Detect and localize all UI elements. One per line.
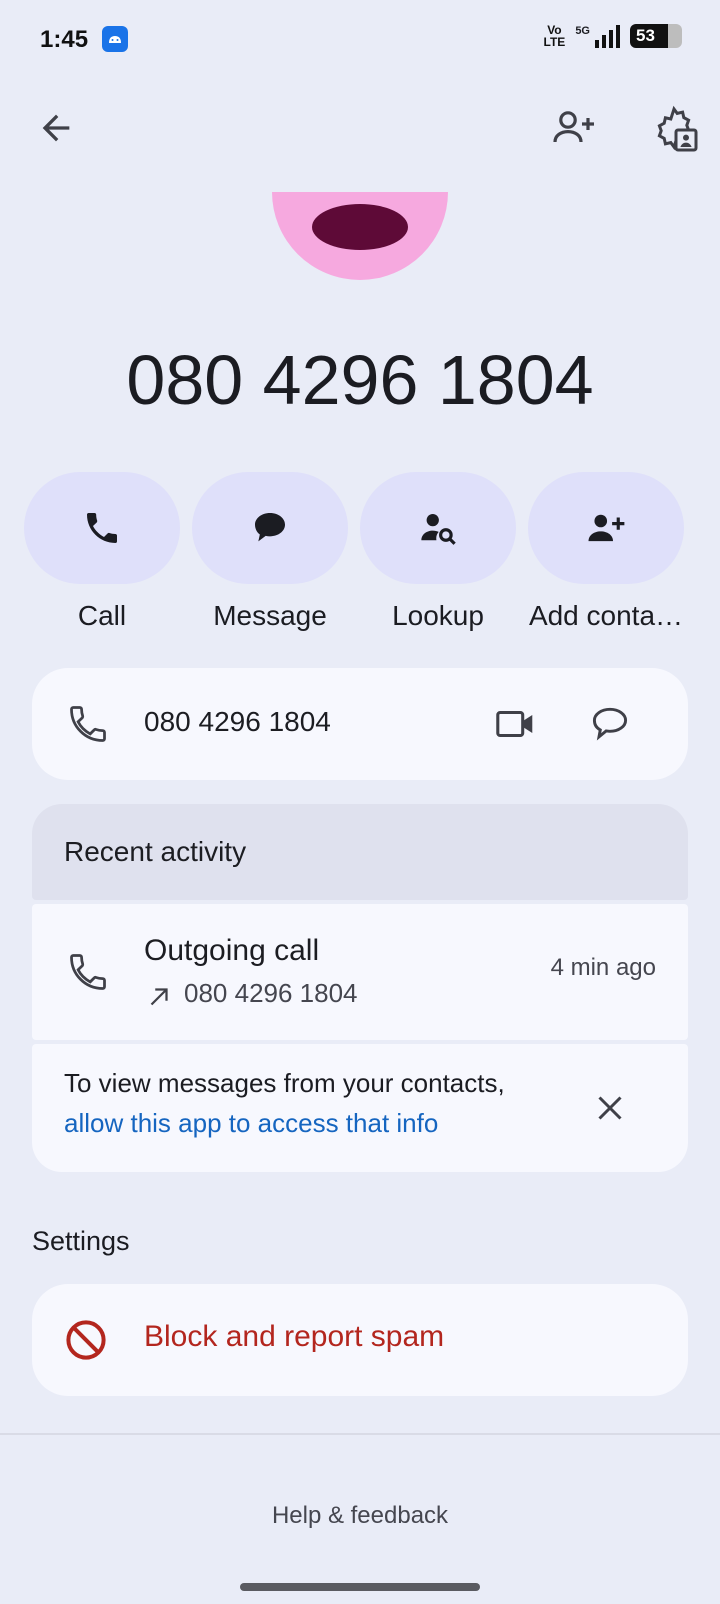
call-action[interactable]: Call <box>24 472 180 632</box>
message-label: Message <box>213 600 327 631</box>
arrow-left-icon <box>42 114 70 142</box>
close-icon <box>598 1096 622 1120</box>
call-time: 4 min ago <box>550 954 656 981</box>
lookup-button[interactable] <box>360 472 516 584</box>
lookup-label: Lookup <box>392 600 484 631</box>
dismiss-button[interactable] <box>582 1080 638 1136</box>
permission-text: To view messages from your contacts, <box>64 1068 505 1098</box>
help-feedback-link[interactable]: Help & feedback <box>0 1502 720 1530</box>
back-button[interactable] <box>32 104 80 152</box>
person-add-icon <box>553 111 594 143</box>
network-type: 5G <box>575 24 590 37</box>
contact-number-title: 080 4296 1804 <box>126 341 594 419</box>
video-call-button[interactable] <box>488 696 544 752</box>
phone-icon <box>70 954 106 990</box>
call-type: Outgoing call <box>144 934 320 967</box>
chat-outline-icon <box>592 707 628 741</box>
call-label: Call <box>77 600 127 631</box>
add-contact-label: Add conta… <box>528 600 684 631</box>
phone-icon <box>70 706 106 742</box>
status-icons: Vo LTE 5G 53 <box>544 24 682 48</box>
home-indicator[interactable] <box>240 1583 480 1591</box>
add-contact-pill-button[interactable] <box>528 472 684 584</box>
battery-icon: 53 <box>630 24 682 48</box>
signal-icon: 5G <box>575 24 620 48</box>
volte-bottom: LTE <box>543 35 566 49</box>
send-message-button[interactable] <box>582 696 638 752</box>
message-permission-card: To view messages from your contacts, all… <box>32 1044 688 1172</box>
call-button[interactable] <box>24 472 180 584</box>
phone-number-text: 080 4296 1804 <box>144 706 331 737</box>
volte-indicator: Vo LTE <box>544 24 566 48</box>
add-contact-button[interactable] <box>548 102 600 154</box>
divider <box>0 1433 720 1435</box>
message-bubble-icon <box>255 513 285 542</box>
message-button[interactable] <box>192 472 348 584</box>
recent-activity-header: Recent activity <box>32 804 688 900</box>
battery-level: 53 <box>636 26 655 45</box>
block-report-spam-button[interactable]: Block and report spam <box>32 1284 688 1396</box>
block-label: Block and report spam <box>144 1320 445 1353</box>
settings-header: Settings <box>32 1226 130 1256</box>
contact-avatar <box>272 192 448 286</box>
person-add-icon <box>588 514 625 542</box>
outgoing-arrow-icon <box>150 988 168 1006</box>
message-action[interactable]: Message <box>192 472 348 632</box>
person-search-icon <box>421 514 456 545</box>
permission-link[interactable]: allow this app to access that info <box>64 1108 438 1139</box>
settings-person-icon <box>657 105 698 152</box>
add-contact-action[interactable]: Add conta… <box>528 472 684 632</box>
status-time: 1:45 <box>40 26 89 53</box>
contact-settings-button[interactable] <box>648 102 700 154</box>
block-icon <box>66 1320 106 1360</box>
recent-call-item[interactable]: Outgoing call 080 4296 1804 4 min ago <box>32 904 688 1040</box>
recent-activity-title: Recent activity <box>64 836 247 867</box>
android-notification-icon <box>102 26 128 52</box>
video-camera-icon <box>496 710 533 738</box>
lookup-action[interactable]: Lookup <box>360 472 516 632</box>
call-number: 080 4296 1804 <box>184 978 358 1008</box>
phone-number-card[interactable]: 080 4296 1804 <box>32 668 688 780</box>
phone-icon <box>87 513 117 543</box>
